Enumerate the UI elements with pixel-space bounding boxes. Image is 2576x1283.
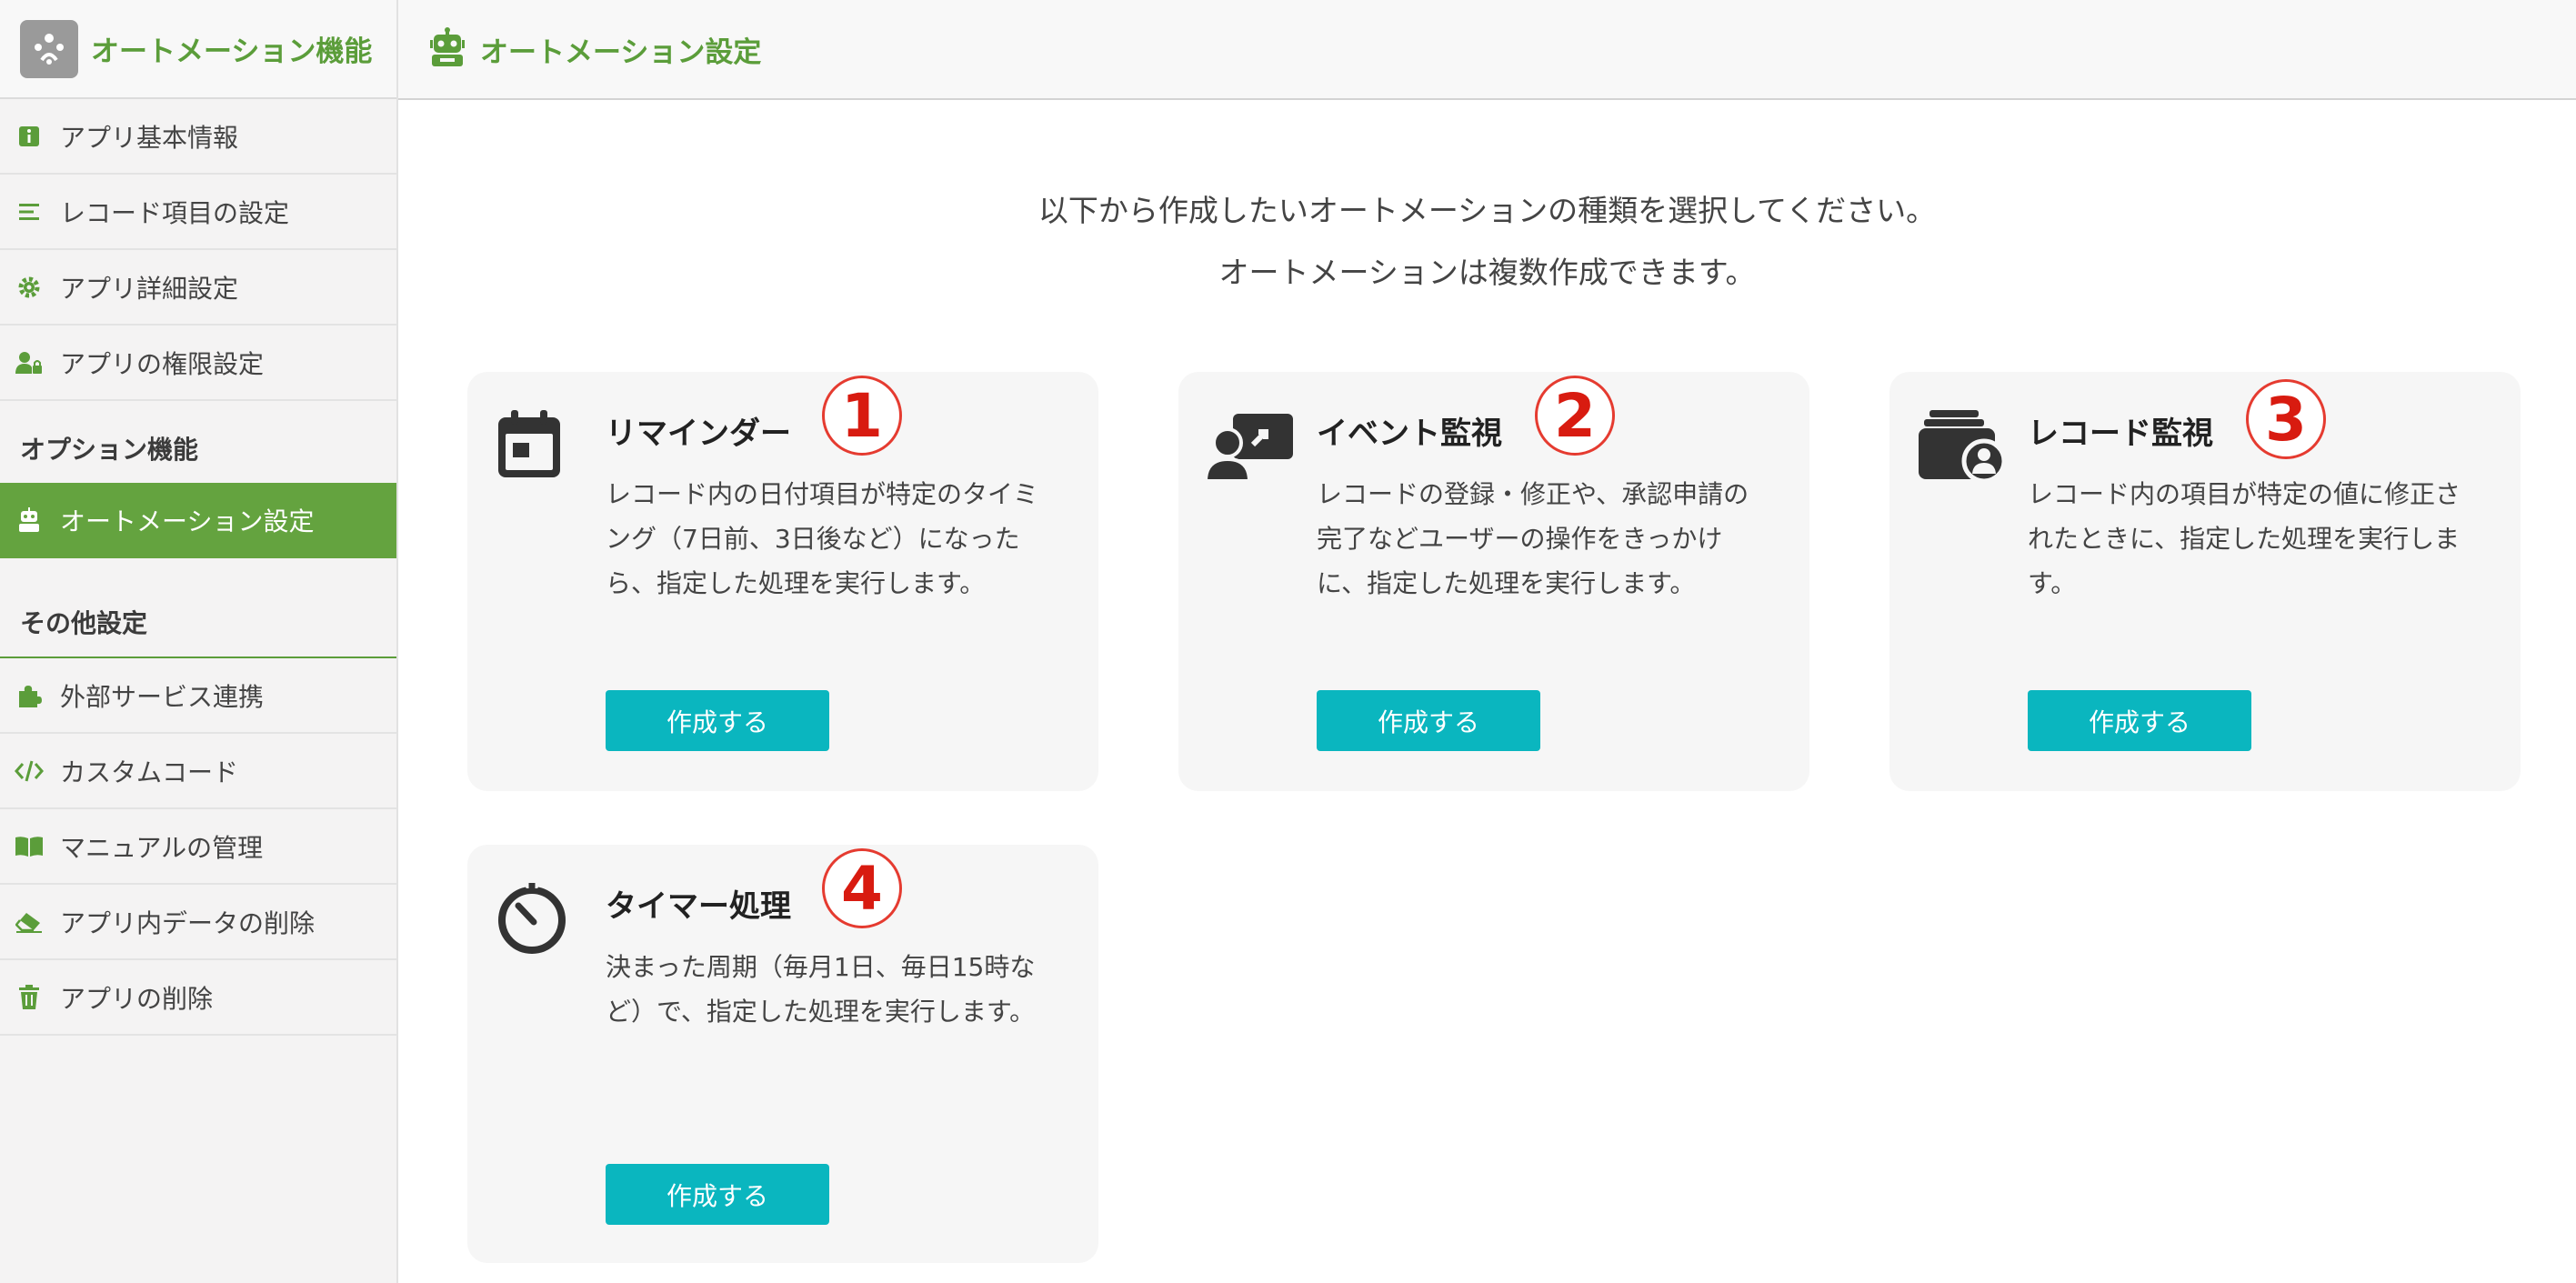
sidebar-section-other: その他設定 xyxy=(0,558,396,658)
card-title: タイマー処理 xyxy=(606,888,791,925)
card-event-monitoring: イベント監視 レコードの登録・修正や、承認申請の完了などユーザーの操作をきっかけ… xyxy=(1178,372,1809,791)
card-title: イベント監視 xyxy=(1317,416,1502,452)
card-description: レコード内の項目が特定の値に修正されたときに、指定した処理を実行します。 xyxy=(2028,479,2461,598)
sidebar-item-label: アプリの権限設定 xyxy=(60,348,265,379)
sidebar-item-label: アプリ基本情報 xyxy=(60,122,239,153)
card-description: レコード内の日付項目が特定のタイミング（7日前、3日後など）になったら、指定した… xyxy=(606,479,1039,598)
calendar-icon xyxy=(495,408,582,496)
card-description: 決まった周期（毎月1日、毎日15時など）で、指定した処理を実行します。 xyxy=(606,952,1036,1027)
sidebar-header: オートメーション機能 xyxy=(0,0,396,99)
robot-icon xyxy=(15,506,44,535)
page-title: オートメーション設定 xyxy=(480,35,762,69)
robot-icon xyxy=(427,27,467,71)
sidebar-item-app-permissions[interactable]: アプリの権限設定 xyxy=(0,326,396,401)
list-icon xyxy=(15,197,44,226)
card-title: レコード監視 xyxy=(2028,416,2213,452)
sidebar-item-record-fields[interactable]: レコード項目の設定 xyxy=(0,175,396,250)
create-timer-process-button[interactable]: 作成する xyxy=(606,1164,829,1225)
card-timer-process: タイマー処理 決まった周期（毎月1日、毎日15時など）で、指定した処理を実行しま… xyxy=(467,845,1098,1263)
sidebar-item-app-detail-settings[interactable]: アプリ詳細設定 xyxy=(0,250,396,326)
eraser-icon xyxy=(15,907,44,937)
sidebar-item-label: オートメーション設定 xyxy=(60,506,315,536)
card-record-monitoring: レコード監視 レコード内の項目が特定の値に修正されたときに、指定した処理を実行し… xyxy=(1889,372,2521,791)
sidebar-item-delete-app-data[interactable]: アプリ内データの削除 xyxy=(0,885,396,960)
sidebar-item-label: カスタムコード xyxy=(60,757,239,787)
sidebar-item-automation-settings[interactable]: オートメーション設定 xyxy=(0,483,396,558)
sidebar-item-label: マニュアルの管理 xyxy=(60,832,264,863)
sidebar-item-delete-app[interactable]: アプリの削除 xyxy=(0,960,396,1036)
sidebar-item-label: アプリ内データの削除 xyxy=(60,907,316,938)
wallet-user-icon xyxy=(1917,408,2007,496)
intro-line-1: 以下から作成したいオートメーションの種類を選択してください。 xyxy=(1037,193,1937,228)
sidebar-item-manual-management[interactable]: マニュアルの管理 xyxy=(0,809,396,885)
badge-number: 2 xyxy=(1535,376,1615,456)
card-description: レコードの登録・修正や、承認申請の完了などユーザーの操作をきっかけに、指定した処… xyxy=(1317,479,1749,598)
card-title: リマインダー xyxy=(606,416,791,452)
app-name[interactable]: オートメーション機能 xyxy=(91,28,382,69)
puzzle-icon xyxy=(15,681,44,710)
create-record-monitoring-button[interactable]: 作成する xyxy=(2028,690,2251,751)
intro-line-2: オートメーションは複数作成できます。 xyxy=(1218,255,1756,290)
badge-number: 3 xyxy=(2246,379,2326,459)
intro-text: 以下から作成したいオートメーションの種類を選択してください。 オートメーションは… xyxy=(398,180,2576,304)
card-reminder: リマインダー レコード内の日付項目が特定のタイミング（7日前、3日後など）になっ… xyxy=(467,372,1098,791)
timer-icon xyxy=(495,881,582,968)
sidebar-item-label: レコード項目の設定 xyxy=(60,197,290,228)
sidebar-item-label: アプリ詳細設定 xyxy=(60,273,239,304)
badge-number: 1 xyxy=(822,376,902,456)
trash-icon xyxy=(15,983,44,1012)
sidebar-item-label: アプリの削除 xyxy=(60,983,214,1014)
sidebar-item-custom-code[interactable]: カスタムコード xyxy=(0,734,396,809)
badge-number: 4 xyxy=(822,848,902,928)
book-icon xyxy=(15,832,44,861)
code-icon xyxy=(15,757,44,786)
create-reminder-button[interactable]: 作成する xyxy=(606,690,829,751)
sidebar-section-options: オプション機能 xyxy=(20,435,199,465)
create-event-monitoring-button[interactable]: 作成する xyxy=(1317,690,1540,751)
gear-icon xyxy=(15,273,44,302)
user-lock-icon xyxy=(15,348,44,377)
sidebar: オートメーション機能 アプリ基本情報 レコード項目の設定 アプリ詳細設定 アプリ… xyxy=(0,0,398,1283)
page-header: オートメーション設定 xyxy=(398,0,2576,100)
sidebar-item-external-services[interactable]: 外部サービス連携 xyxy=(0,658,396,734)
sidebar-item-app-basic-info[interactable]: アプリ基本情報 xyxy=(0,99,396,175)
info-icon xyxy=(15,122,44,151)
app-logo-icon xyxy=(20,19,78,78)
sidebar-item-label: 外部サービス連携 xyxy=(60,681,265,712)
user-monitor-icon xyxy=(1203,408,1293,496)
